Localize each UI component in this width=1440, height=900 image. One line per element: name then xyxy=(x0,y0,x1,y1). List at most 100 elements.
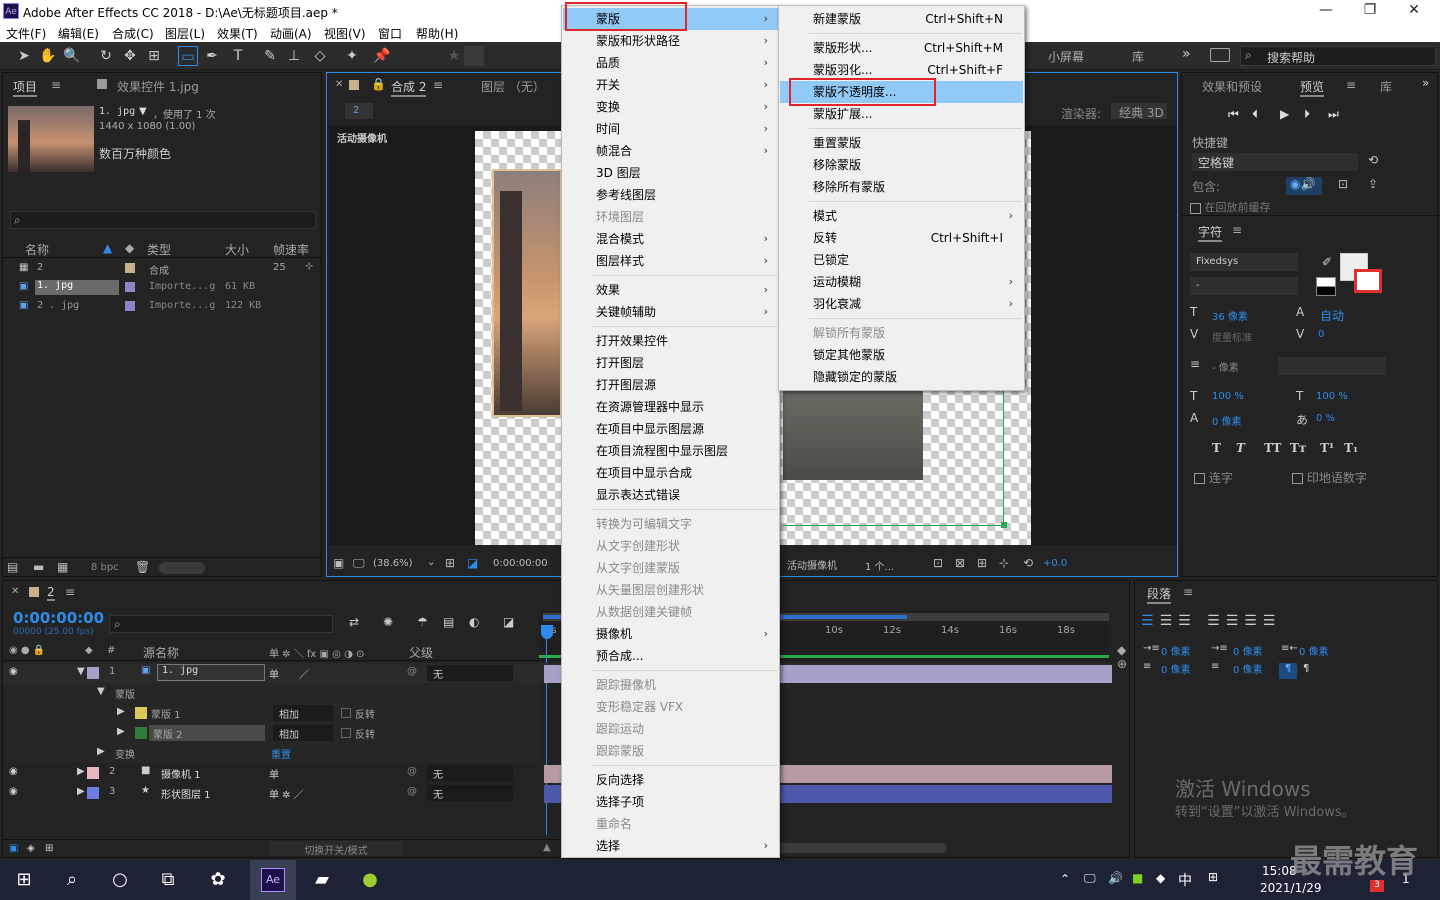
layer-label-swatch[interactable] xyxy=(87,767,99,779)
renderer-dropdown[interactable]: 经典 3D xyxy=(1111,103,1167,120)
stroke-style-dropdown[interactable] xyxy=(1278,357,1386,375)
context-menu-item[interactable]: 参考线图层 xyxy=(563,184,778,206)
project-row-comp[interactable]: ▦ 2 合成 25 ⊹ xyxy=(3,259,321,278)
timeline-search-input[interactable]: ⌕ xyxy=(109,615,333,633)
invert-checkbox[interactable] xyxy=(341,728,351,738)
superscript-button[interactable]: T¹ xyxy=(1320,441,1334,455)
tab-character[interactable]: 字符 xyxy=(1198,223,1223,242)
comp-menu-icon[interactable]: ≡ xyxy=(433,78,443,92)
export-icon[interactable]: ⇪ xyxy=(1368,177,1378,191)
expand-layer-switches-icon[interactable]: ▣ xyxy=(9,843,18,854)
twirl-closed-icon[interactable]: ▶ xyxy=(77,786,85,797)
context-menu-item[interactable]: 显示表达式错误 xyxy=(563,484,778,506)
transform-reset-link[interactable]: 重置 xyxy=(271,746,291,761)
pinwheel-app-icon[interactable]: ✿ xyxy=(204,866,232,894)
notepad-app-icon[interactable]: ▰ xyxy=(308,866,336,894)
brush-tool-icon[interactable]: ✎ xyxy=(260,46,280,66)
character-menu-icon[interactable]: ≡ xyxy=(1232,223,1242,237)
all-caps-button[interactable]: TT xyxy=(1264,441,1281,455)
indent-first-value[interactable]: 0 像素 xyxy=(1233,643,1263,658)
bit-depth-label[interactable]: 8 bpc xyxy=(91,562,119,573)
context-menu-item[interactable]: 图层样式 › xyxy=(563,250,778,272)
eraser-tool-icon[interactable]: ◇ xyxy=(310,46,330,66)
col-type[interactable]: 类型 xyxy=(147,241,171,258)
eyedropper-icon[interactable]: ✐ xyxy=(1322,255,1332,269)
layer-name[interactable]: 形状图层 1 xyxy=(161,786,211,801)
rectangle-tool-icon[interactable]: ▭ xyxy=(178,46,198,66)
pen-tool-icon[interactable]: ✒ xyxy=(202,46,222,66)
layer-label-swatch[interactable] xyxy=(87,667,99,679)
mask-name[interactable]: 蒙版 1 xyxy=(151,706,181,721)
context-menu-item[interactable]: 在资源管理器中显示 xyxy=(563,396,778,418)
exposure-value[interactable]: +0.0 xyxy=(1043,558,1067,569)
ball-app-icon[interactable]: ● xyxy=(356,866,384,894)
twirl-closed-icon[interactable]: ▶ xyxy=(77,766,85,777)
small-caps-button[interactable]: Tт xyxy=(1290,441,1306,455)
layer-name[interactable]: 摄像机 1 xyxy=(161,766,201,781)
reset-exposure-icon[interactable]: ⟲ xyxy=(1023,556,1033,570)
mask-submenu-item[interactable]: 移除所有蒙版 xyxy=(780,176,1023,198)
stroke-width-value[interactable]: - 像素 xyxy=(1212,359,1239,374)
toggle-pixel-icon[interactable]: ⊡ xyxy=(933,556,943,570)
close-tab-icon[interactable]: ✕ xyxy=(11,586,19,597)
timeline-menu-icon[interactable]: ≡ xyxy=(65,585,75,599)
hindi-checkbox[interactable] xyxy=(1292,473,1303,484)
stroke-color-swatch[interactable] xyxy=(1354,269,1382,293)
more-workspaces-icon[interactable]: » xyxy=(1182,46,1191,62)
context-menu-item[interactable]: 在项目流程图中显示图层 xyxy=(563,440,778,462)
more-panels-icon[interactable]: » xyxy=(1422,76,1429,90)
twirl-open-icon[interactable]: ▼ xyxy=(97,686,105,697)
justify-left-icon[interactable]: ☰ xyxy=(1207,613,1226,629)
fast-preview-icon[interactable]: ⊠ xyxy=(955,556,965,570)
always-preview-icon[interactable]: ▣ xyxy=(333,556,344,570)
new-folder-icon[interactable]: ▬ xyxy=(33,560,44,574)
font-style-dropdown[interactable]: - xyxy=(1190,277,1298,295)
timeline-icon[interactable]: ⊞ xyxy=(977,556,987,570)
cache-checkbox[interactable] xyxy=(1190,202,1201,214)
tab-composition[interactable]: 合成 2 xyxy=(391,78,427,97)
space-before-value[interactable]: 0 像素 xyxy=(1161,661,1191,676)
zoom-out-icon[interactable]: ▲ xyxy=(543,842,551,853)
menu-effect[interactable]: 效果(T) xyxy=(217,25,258,42)
mask-name[interactable]: 蒙版 2 xyxy=(149,725,265,741)
grid-guides-icon[interactable]: ⊞ xyxy=(445,556,455,570)
context-menu-item[interactable]: 打开图层源 xyxy=(563,374,778,396)
kerning-value[interactable]: 度量标准 xyxy=(1212,329,1252,344)
faux-bold-button[interactable]: T xyxy=(1212,441,1221,455)
shortcut-dropdown[interactable]: 空格键 xyxy=(1192,153,1358,171)
render-queue-icon[interactable]: ⊕ xyxy=(1117,657,1127,671)
space-after-value[interactable]: 0 像素 xyxy=(1233,661,1263,676)
flowchart-icon[interactable]: ⊹ xyxy=(999,556,1009,570)
minimize-button[interactable]: — xyxy=(1312,2,1340,18)
vertical-scale-value[interactable]: 100 % xyxy=(1212,391,1244,402)
context-menu-item[interactable]: 摄像机 › xyxy=(563,623,778,645)
twirl-closed-icon[interactable]: ▶ xyxy=(117,726,125,737)
context-menu-item[interactable]: 关键帧辅助 › xyxy=(563,301,778,323)
task-view-icon[interactable]: ⧉ xyxy=(154,866,182,894)
motion-blur-icon[interactable]: ◐ xyxy=(469,615,479,629)
context-menu-item[interactable]: 打开效果控件 xyxy=(563,330,778,352)
context-menu-item[interactable]: 效果 › xyxy=(563,279,778,301)
expand-stretch-icon[interactable]: ⊞ xyxy=(45,843,53,854)
context-menu-item[interactable]: 打开图层 xyxy=(563,352,778,374)
justify-right-icon[interactable]: ☰ xyxy=(1244,613,1263,629)
mask-color-swatch[interactable] xyxy=(135,707,147,719)
eye-icon[interactable]: ◉ xyxy=(9,786,18,797)
nvidia-icon[interactable]: ■ xyxy=(1132,871,1143,885)
font-family-dropdown[interactable]: Fixedsys xyxy=(1190,253,1298,271)
selection-tool-icon[interactable]: ➤ xyxy=(14,46,34,66)
dropdown-arrow-icon[interactable]: ▼ xyxy=(139,106,147,117)
mask-submenu-item[interactable]: 蒙版形状... Ctrl+Shift+M xyxy=(780,37,1023,59)
shy-switch-icon[interactable]: 单 xyxy=(269,766,279,781)
align-left-icon[interactable]: ☰ xyxy=(1141,613,1160,629)
hindi-digits-option[interactable]: 印地语数字 xyxy=(1292,469,1367,486)
mask-submenu-item[interactable]: 已锁定 xyxy=(780,249,1023,271)
reset-icon[interactable]: ⟲ xyxy=(1368,153,1378,167)
mask-submenu-item[interactable]: 移除蒙版 xyxy=(780,154,1023,176)
hand-tool-icon[interactable]: ✋ xyxy=(38,46,58,66)
ime-indicator[interactable]: 中 xyxy=(1178,870,1192,890)
mask-submenu-item[interactable]: 新建蒙版 Ctrl+Shift+N xyxy=(780,8,1023,30)
sort-ascending-icon[interactable]: ▲ xyxy=(103,241,112,255)
mask-group-row[interactable]: ▼ 蒙版 xyxy=(3,683,539,703)
ligature-option[interactable]: 连字 xyxy=(1194,469,1233,486)
